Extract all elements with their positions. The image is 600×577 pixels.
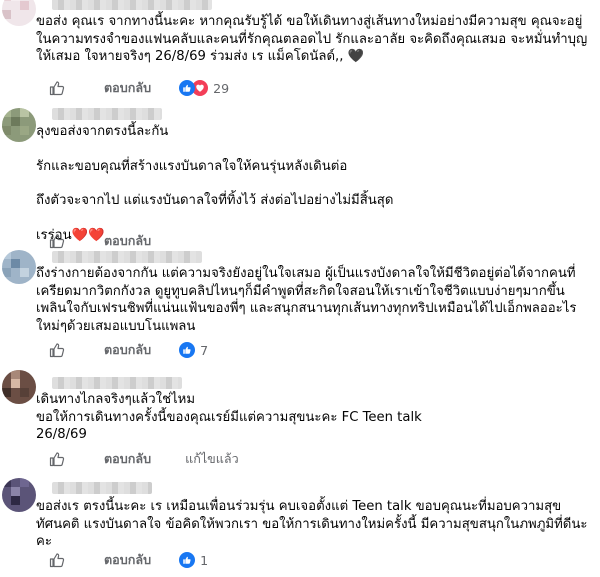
- avatar[interactable]: [2, 370, 36, 404]
- avatar[interactable]: [2, 250, 36, 284]
- comment-line: ถึงร่างกายต้องจากกัน แต่ความจริงยังอยู่ใ…: [36, 266, 576, 281]
- comment-actions: ตอบกลับ แก้ไขแล้ว: [48, 450, 239, 468]
- commenter-name-redacted[interactable]: [52, 108, 162, 120]
- comment-line: รักและขอบคุณที่สร้างแรงบันดาลใจให้คนรุ่น…: [36, 158, 348, 174]
- reaction-count: 7: [200, 342, 209, 358]
- edited-label: แก้ไขแล้ว: [185, 451, 239, 466]
- like-thumb-icon[interactable]: [48, 341, 66, 359]
- comment-text: ลุงขอส่งจากตรงนี้ละกัน รักและขอบคุณที่สร…: [36, 123, 393, 244]
- commenter-name-redacted[interactable]: [52, 482, 152, 494]
- reply-button[interactable]: ตอบกลับ: [104, 550, 151, 570]
- like-thumb-icon[interactable]: [48, 450, 66, 468]
- comment-line: ใหม่ๆด้วยเสมอแบบโนแพลน: [36, 318, 196, 334]
- comment-line: ให้เสมอ ใจหายจริงๆ 26/8/69 ร่วมส่ง เร แม…: [36, 49, 365, 64]
- like-reaction-icon: [179, 342, 196, 358]
- avatar[interactable]: [2, 108, 36, 142]
- comment-text: ขอส่งเร ตรงนี้นะคะ เร เหมือนเพื่อนร่วมรุ…: [36, 498, 587, 551]
- reaction-summary[interactable]: 7: [179, 342, 208, 358]
- comment-line: เครียดมากวิตกกังวล ดูยูทูบคลิปไหนๆก็มีคำ…: [36, 283, 565, 299]
- comment-actions: ตอบกลับ 1: [48, 551, 208, 569]
- reaction-count: 29: [213, 80, 230, 96]
- comment-line: ทัศนคติ แรงบันดาลใจ ข้อคิดให้พวกเรา ขอให…: [36, 516, 588, 532]
- comment-line: เดินทางไกลจริงๆแล้วใช่ไหม: [36, 392, 196, 407]
- like-reaction-icon: [179, 552, 196, 568]
- reaction-count: 1: [200, 552, 209, 568]
- comment-text: ถึงร่างกายต้องจากกัน แต่ความจริงยังอยู่ใ…: [36, 265, 576, 335]
- avatar[interactable]: [2, 478, 36, 512]
- comment-text: เดินทางไกลจริงๆแล้วใช่ไหม ขอให้การเดินทา…: [36, 391, 422, 444]
- like-thumb-icon[interactable]: [48, 79, 66, 97]
- comment-line: ถึงตัวจะจากไป แต่แรงบันดาลใจที่ทิ้งไว้ ส…: [36, 193, 394, 208]
- comment-line: ลุงขอส่งจากตรงนี้ละกัน: [36, 124, 169, 139]
- comment-line: คะ: [36, 534, 52, 549]
- reaction-summary[interactable]: 29: [179, 80, 229, 96]
- comment-line: ขอส่ง คุณเร จากทางนี้นะคะ หากคุณรับรู้ได…: [36, 14, 583, 29]
- avatar[interactable]: [2, 0, 36, 26]
- comment-line: ในความทรงจำของแฟนคลับและคนที่รักคุณตลอดไ…: [36, 31, 588, 47]
- commenter-name-redacted[interactable]: [52, 377, 182, 389]
- comment-actions: ตอบกลับ 7: [48, 341, 208, 359]
- commenter-name-redacted[interactable]: [52, 251, 202, 263]
- comment-line: ขอให้การเดินทางครั้งนี้ของคุณเรย์มีแต่คว…: [36, 409, 422, 425]
- reply-button[interactable]: ตอบกลับ: [104, 231, 151, 251]
- like-reaction-icon: [179, 80, 196, 96]
- comment-text: ขอส่ง คุณเร จากทางนี้นะคะ หากคุณรับรู้ได…: [36, 13, 587, 66]
- comment-line: ขอส่งเร ตรงนี้นะคะ เร เหมือนเพื่อนร่วมรุ…: [36, 499, 562, 514]
- reply-button[interactable]: ตอบกลับ: [104, 449, 151, 469]
- like-thumb-icon[interactable]: [48, 232, 66, 250]
- reaction-summary[interactable]: 1: [179, 552, 208, 568]
- comment-line: 26/8/69: [36, 427, 87, 442]
- comment-actions: ตอบกลับ: [48, 232, 151, 250]
- reply-button[interactable]: ตอบกลับ: [104, 340, 151, 360]
- commenter-name-redacted[interactable]: [52, 0, 212, 10]
- reply-button[interactable]: ตอบกลับ: [104, 78, 151, 98]
- like-thumb-icon[interactable]: [48, 551, 66, 569]
- comment-line: เพลินใจกับเฟรนชิพที่แน่นแฟ้นของพี่ๆ และส…: [36, 301, 577, 316]
- comment-actions: ตอบกลับ 29: [48, 79, 229, 97]
